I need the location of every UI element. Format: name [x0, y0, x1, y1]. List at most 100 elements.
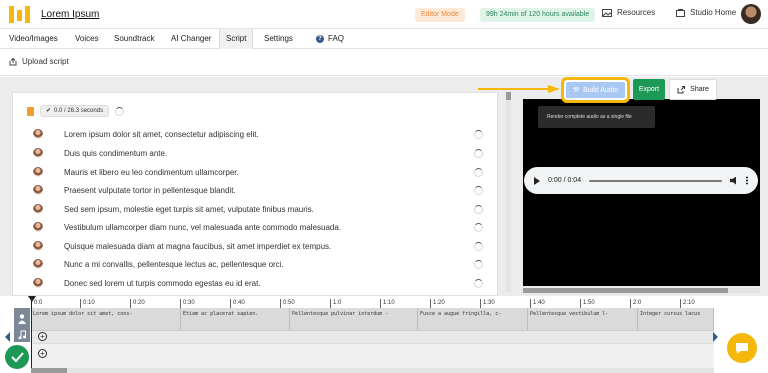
script-line-text[interactable]: Lorem ipsum dolor sit amet, consectetur …: [64, 130, 474, 139]
faq-label: FAQ: [328, 34, 345, 43]
add-track-button[interactable]: +: [38, 349, 47, 358]
voice-avatar[interactable]: [33, 148, 43, 158]
loading-spinner-icon: [474, 167, 483, 177]
voice-avatar[interactable]: [33, 129, 43, 139]
script-scrollbar[interactable]: [506, 92, 511, 292]
script-line[interactable]: Praesent vulputate tortor in pellentesqu…: [33, 181, 483, 199]
voice-track: Lorem ipsum dolor sit amet, cons- Etiam …: [31, 308, 714, 330]
studio-home-link[interactable]: Studio Home: [676, 8, 736, 17]
script-line[interactable]: Sed sem ipsum, molestie eget turpis sit …: [33, 200, 483, 218]
home-icon: [676, 8, 685, 17]
loading-spinner-icon: [474, 222, 483, 232]
timeline-clip[interactable]: Lorem ipsum dolor sit amet, cons-: [31, 308, 181, 330]
check-icon: [11, 352, 24, 363]
scroll-right-icon[interactable]: [713, 332, 718, 342]
voice-avatar[interactable]: [33, 259, 43, 269]
share-icon: [677, 85, 686, 93]
voice-avatar[interactable]: [33, 222, 43, 232]
timeline: 0:0 0:10 0:20 0:30 0:40 0:50 1:0 1:10 1:…: [0, 296, 768, 373]
duration-pill: ✔ 0.0 / 26.3 seconds: [40, 105, 110, 117]
tab-video-images[interactable]: Video/Images: [8, 29, 59, 49]
scroll-left-icon[interactable]: [5, 332, 10, 342]
build-audio-highlight: ⚒ Build Audio: [561, 77, 630, 103]
resources-link[interactable]: Resources: [602, 8, 655, 17]
playhead-handle[interactable]: [28, 296, 36, 302]
image-icon: [602, 8, 612, 17]
voice-avatar[interactable]: [33, 204, 43, 214]
build-audio-tooltip: Render complete audio as a single file: [538, 106, 655, 128]
script-scrollbar-thumb[interactable]: [506, 92, 511, 100]
script-line-text[interactable]: Vestibulum ullamcorper diam nunc, vel ma…: [64, 223, 474, 232]
script-line[interactable]: Donec sed lorem ut turpis commodo egesta…: [33, 274, 483, 292]
status-check-button[interactable]: [5, 345, 29, 369]
script-line-text[interactable]: Duis quis condimentum ante.: [64, 149, 474, 158]
help-icon: ?: [316, 35, 324, 43]
audio-time: 0:00 / 0:04: [548, 177, 582, 184]
export-button[interactable]: Export: [633, 79, 665, 100]
faq-link[interactable]: ? FAQ: [315, 29, 345, 49]
logo-icon[interactable]: [9, 4, 31, 25]
script-line[interactable]: Duis quis condimentum ante.: [33, 144, 483, 162]
more-options-icon[interactable]: [746, 176, 748, 185]
loading-spinner-icon: [474, 185, 483, 195]
tab-script[interactable]: Script: [219, 29, 254, 49]
script-line[interactable]: Mauris et libero eu leo condimentum ulla…: [33, 163, 483, 181]
script-line[interactable]: Quisque malesuada diam at magna faucibus…: [33, 237, 483, 255]
voice-avatar[interactable]: [33, 167, 43, 177]
loading-spinner-icon: [474, 241, 483, 251]
ruler-tick: 1:50: [580, 299, 595, 308]
timeline-clip[interactable]: Etiam ac placerat sapien.: [181, 308, 290, 330]
voice-avatar[interactable]: [33, 185, 43, 195]
script-line[interactable]: Vestibulum ullamcorper diam nunc, vel ma…: [33, 218, 483, 236]
share-button[interactable]: Share: [669, 79, 717, 100]
timeline-scrollbar-thumb[interactable]: [31, 368, 67, 373]
script-line[interactable]: Lorem ipsum dolor sit amet, consectetur …: [33, 125, 483, 143]
script-line-text[interactable]: Donec sed lorem ut turpis commodo egesta…: [64, 279, 474, 288]
ruler-tick: 2:0: [630, 299, 641, 308]
script-line[interactable]: Nunc a mi convallis, pellentesque lectus…: [33, 255, 483, 273]
tab-voices[interactable]: Voices: [74, 29, 100, 49]
main-tabs: Video/Images Voices Soundtrack AI Change…: [0, 29, 768, 49]
loading-spinner-icon: [474, 278, 483, 288]
script-line-text[interactable]: Praesent vulputate tortor in pellentesqu…: [64, 186, 474, 195]
trash-icon[interactable]: [27, 106, 34, 116]
script-line-text[interactable]: Nunc a mi convallis, pellentesque lectus…: [64, 260, 474, 269]
timeline-scrollbar[interactable]: [31, 368, 714, 373]
check-icon: ✔: [46, 107, 52, 114]
script-line-text[interactable]: Quisque malesuada diam at magna faucibus…: [64, 242, 474, 251]
loading-spinner-icon: [474, 148, 483, 158]
voice-avatar[interactable]: [33, 241, 43, 251]
resources-label: Resources: [617, 8, 656, 17]
ruler-tick: 1:40: [530, 299, 545, 308]
ruler-tick: 1:10: [380, 299, 395, 308]
timeline-clip[interactable]: Pellentesque pulvinar interdum -: [290, 308, 418, 330]
user-avatar[interactable]: [741, 4, 761, 24]
project-title[interactable]: Lorem Ipsum: [41, 9, 99, 20]
build-audio-button[interactable]: ⚒ Build Audio: [566, 82, 625, 98]
preview-scrollbar[interactable]: [523, 288, 760, 293]
voice-avatar[interactable]: [33, 278, 43, 288]
script-line-text[interactable]: Sed sem ipsum, molestie eget turpis sit …: [64, 205, 474, 214]
timeline-clip[interactable]: Fusce a augue fringilla, c-: [418, 308, 528, 330]
timeline-clip[interactable]: Integer cursus lacus: [638, 308, 714, 330]
preview-scrollbar-thumb[interactable]: [523, 288, 728, 293]
ruler-tick: 1:30: [480, 299, 495, 308]
play-icon[interactable]: [534, 176, 540, 185]
chat-button[interactable]: [727, 333, 757, 363]
tab-settings[interactable]: Settings: [263, 29, 294, 49]
hammer-icon: ⚒: [572, 87, 580, 94]
track-type-panel: [14, 308, 30, 342]
timeline-ruler[interactable]: 0:0 0:10 0:20 0:30 0:40 0:50 1:0 1:10 1:…: [31, 296, 714, 308]
timeline-clip[interactable]: Pellentesque vestibulum l-: [528, 308, 638, 330]
person-icon: [18, 314, 26, 324]
script-line-text[interactable]: Mauris et libero eu leo condimentum ulla…: [64, 168, 474, 177]
script-panel: ✔ 0.0 / 26.3 seconds Lorem ipsum dolor s…: [12, 92, 498, 296]
audio-seek-bar[interactable]: [589, 179, 722, 182]
script-toolbar: Upload script: [0, 49, 768, 76]
volume-icon[interactable]: [730, 176, 736, 185]
upload-script-button[interactable]: Upload script: [9, 57, 69, 66]
add-music-button[interactable]: +: [38, 332, 47, 341]
tab-ai-changer[interactable]: AI Changer: [170, 29, 212, 49]
playhead[interactable]: [31, 296, 32, 373]
tab-soundtrack[interactable]: Soundtrack: [113, 29, 155, 49]
